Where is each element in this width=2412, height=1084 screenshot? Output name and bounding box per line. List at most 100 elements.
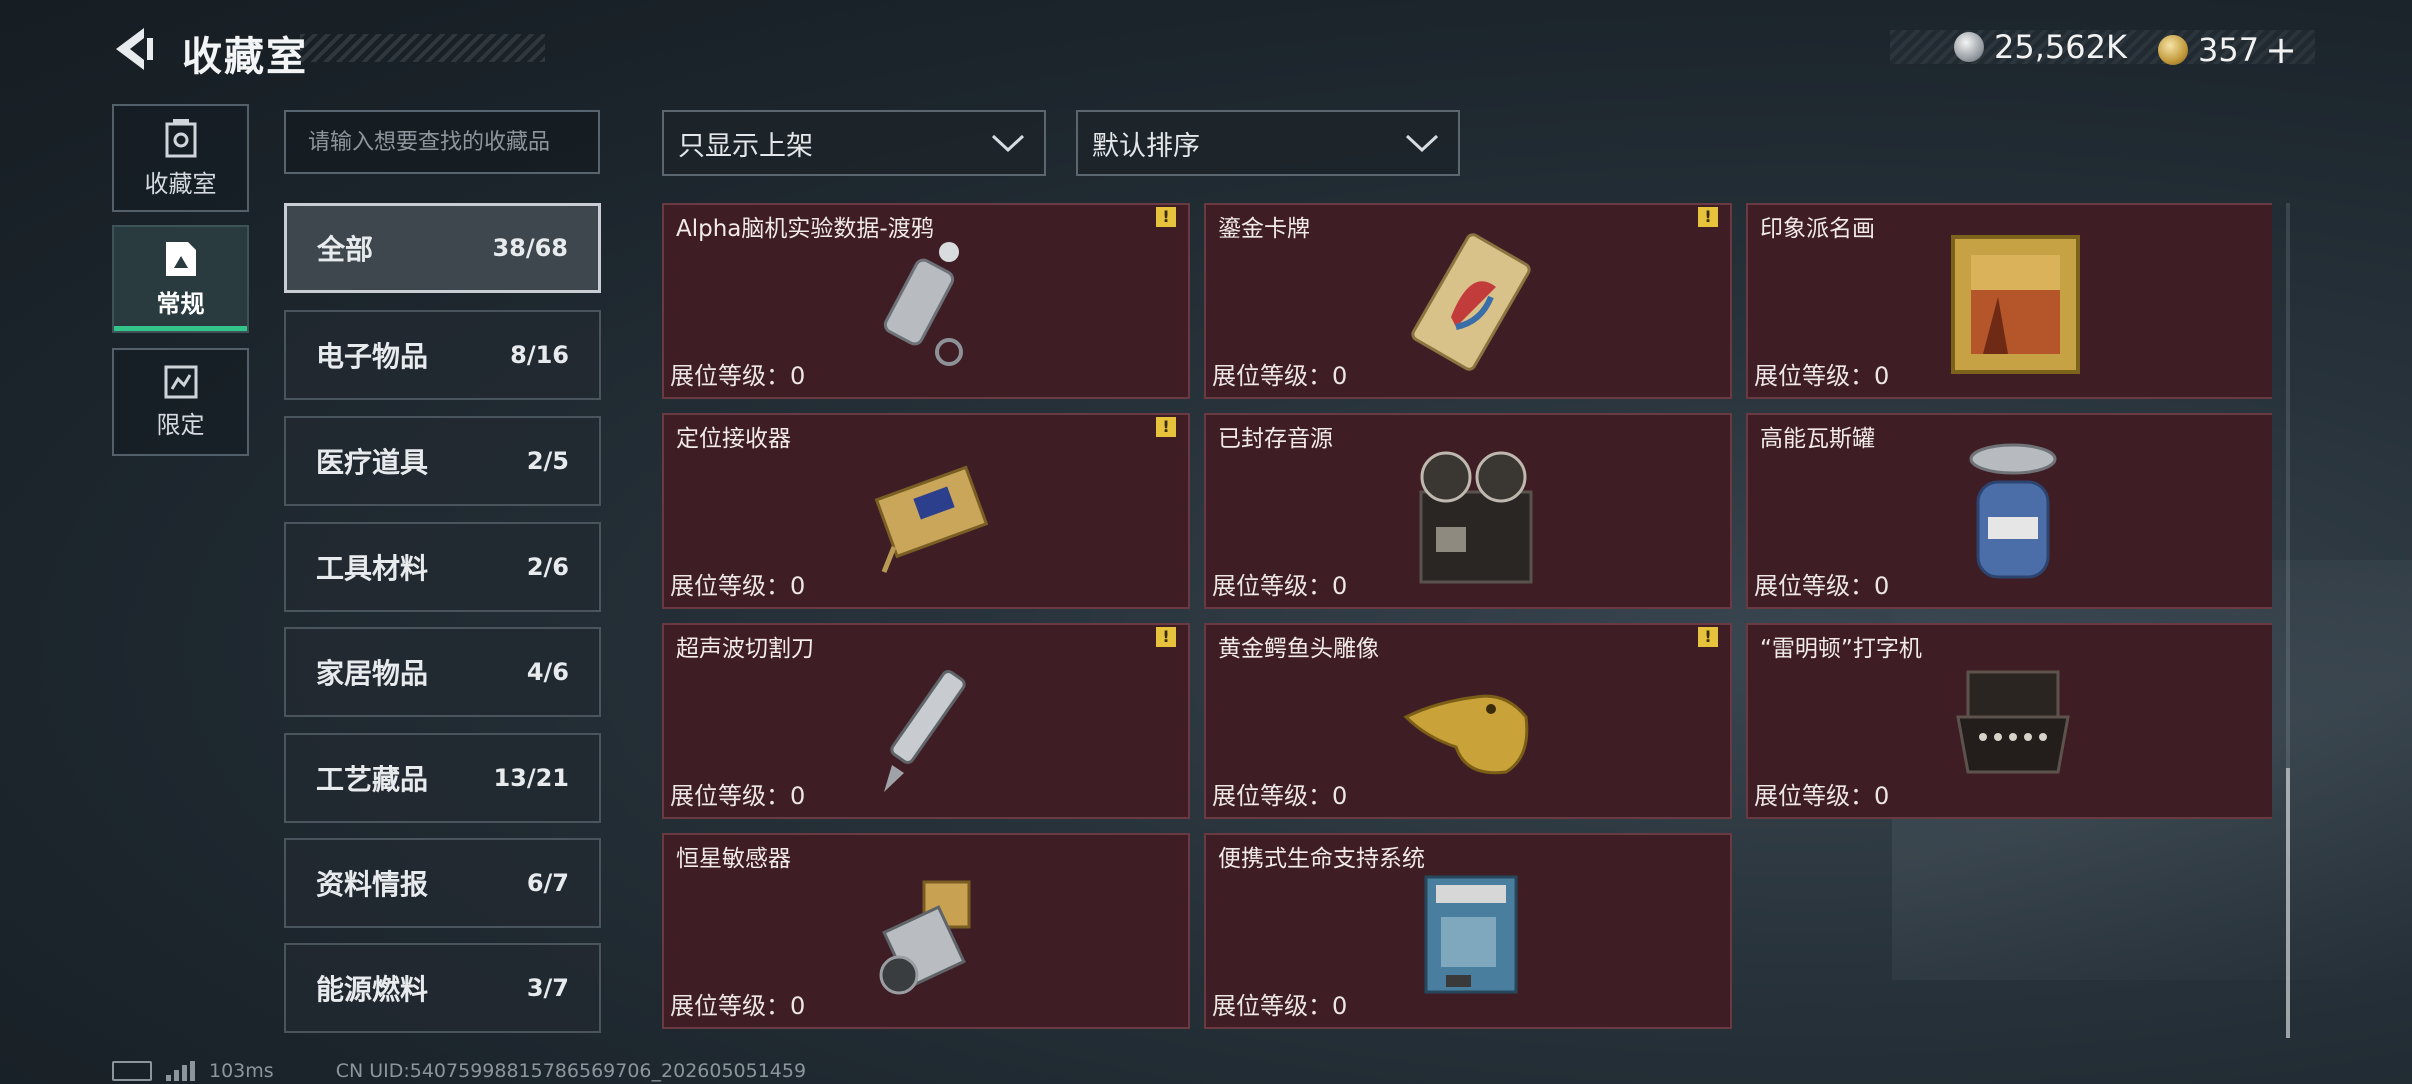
grid-scrollbar[interactable]: [2286, 203, 2290, 1038]
category-count: 3/7: [526, 974, 569, 1002]
category-crafts[interactable]: 工艺藏品 13/21: [284, 733, 601, 823]
booth-level: 展位等级：0: [670, 362, 806, 390]
collection-card[interactable]: 定位接收器 ! 展位等级：0: [662, 413, 1190, 609]
item-name: “雷明顿”打字机: [1760, 636, 1922, 662]
star-sensor-icon: [879, 880, 971, 995]
warning-icon: !: [1156, 207, 1176, 227]
battery-icon: [112, 1061, 152, 1081]
category-name: 电子物品: [316, 340, 429, 373]
item-name: 便携式生命支持系统: [1218, 846, 1425, 872]
category-energy[interactable]: 能源燃料 3/7: [284, 943, 601, 1033]
category-count: 13/21: [493, 764, 569, 792]
booth-level: 展位等级：0: [1754, 782, 1890, 810]
collection-grid: Alpha脑机实验数据-渡鸦 ! 展位等级：0 鎏金卡牌 ! 展位等级：0 印象…: [660, 203, 2272, 1038]
item-name: 鎏金卡牌: [1218, 216, 1310, 242]
collection-card[interactable]: 恒星敏感器 展位等级：0: [662, 833, 1190, 1029]
page-title: 收藏室: [182, 34, 308, 80]
golden-crocodile-icon: [1403, 694, 1529, 775]
item-name: 印象派名画: [1760, 216, 1875, 242]
nav-regular[interactable]: 常规: [112, 225, 249, 333]
gold-coin-icon: [2158, 35, 2188, 65]
locator-receiver-icon: [874, 465, 989, 573]
regular-icon: [165, 241, 196, 276]
chevron-down-icon: [991, 134, 1025, 153]
ultrasonic-knife-icon: [884, 670, 966, 792]
booth-level: 展位等级：0: [670, 572, 806, 600]
collection-card[interactable]: 高能瓦斯罐 展位等级：0: [1746, 413, 2272, 609]
category-all[interactable]: 全部 38/68: [284, 203, 601, 293]
collection-card[interactable]: 印象派名画 展位等级：0: [1746, 203, 2272, 399]
nav-label: 常规: [156, 289, 205, 318]
header: 收藏室 25,562K 357 +: [0, 0, 2412, 100]
nav-limited[interactable]: 限定: [112, 348, 249, 456]
gold-amount: 357: [2198, 31, 2260, 69]
category-name: 工具材料: [316, 552, 429, 585]
collection-card[interactable]: 已封存音源 展位等级：0: [1204, 413, 1732, 609]
booth-level: 展位等级：0: [670, 782, 806, 810]
category-intel[interactable]: 资料情报 6/7: [284, 838, 601, 928]
silver-coin-icon: [1954, 32, 1984, 62]
warning-icon: !: [1698, 207, 1718, 227]
warning-icon: !: [1698, 627, 1718, 647]
gas-canister-icon: [1969, 443, 2057, 579]
booth-level: 展位等级：0: [1754, 572, 1890, 600]
item-name: 黄金鳄鱼头雕像: [1218, 636, 1379, 662]
life-support-icon: [1424, 875, 1518, 994]
uid-text: CN UID:5407599881578656970​6_20260505145…: [335, 1060, 807, 1082]
item-name: 定位接收器: [676, 426, 791, 452]
sort-dropdown[interactable]: 默认排序: [1076, 110, 1460, 176]
typewriter-icon: [1956, 670, 2070, 774]
silver-currency: 25,562K: [1954, 28, 2127, 66]
nav-collection-room[interactable]: 收藏室: [112, 104, 249, 212]
reel-recorder-icon: [1419, 451, 1533, 584]
item-name: 已封存音源: [1218, 426, 1333, 452]
category-name: 家居物品: [316, 657, 429, 690]
back-arrow-icon[interactable]: [110, 24, 158, 74]
category-tools[interactable]: 工具材料 2/6: [284, 522, 601, 612]
warning-icon: !: [1156, 627, 1176, 647]
category-household[interactable]: 家居物品 4/6: [284, 627, 601, 717]
booth-level: 展位等级：0: [1212, 782, 1348, 810]
category-count: 6/7: [526, 869, 569, 897]
category-electronics[interactable]: 电子物品 8/16: [284, 310, 601, 400]
booth-level: 展位等级：0: [670, 992, 806, 1020]
category-count: 2/5: [526, 447, 569, 475]
collection-room-icon: [165, 118, 196, 157]
category-count: 8/16: [510, 341, 569, 369]
category-name: 资料情报: [316, 868, 429, 901]
display-filter-value: 只显示上架: [678, 130, 813, 162]
collection-card[interactable]: 超声波切割刀 ! 展位等级：0: [662, 623, 1190, 819]
limited-icon: [164, 365, 197, 398]
category-name: 医疗道具: [316, 446, 429, 479]
item-name: 恒星敏感器: [676, 846, 791, 872]
nav-label: 收藏室: [144, 169, 217, 198]
category-name: 全部: [317, 233, 374, 266]
category-medical[interactable]: 医疗道具 2/5: [284, 416, 601, 506]
gold-currency: 357 +: [2158, 28, 2297, 72]
collection-card[interactable]: 黄金鳄鱼头雕像 ! 展位等级：0: [1204, 623, 1732, 819]
item-name: 高能瓦斯罐: [1760, 426, 1875, 452]
status-bar: 103ms CN UID:5407599881578656970​6_20260…: [112, 1058, 806, 1084]
booth-level: 展位等级：0: [1212, 362, 1348, 390]
item-name: 超声波切割刀: [676, 636, 814, 662]
gilded-card-icon: [1411, 233, 1531, 371]
category-count: 2/6: [526, 553, 569, 581]
nav-label: 限定: [156, 410, 205, 439]
sort-value: 默认排序: [1092, 130, 1200, 162]
search-input[interactable]: [284, 110, 600, 174]
display-filter-dropdown[interactable]: 只显示上架: [662, 110, 1046, 176]
title-decoration: [300, 34, 545, 62]
collection-card[interactable]: 便携式生命支持系统 展位等级：0: [1204, 833, 1732, 1029]
flashlight-keychain-icon: [883, 242, 963, 366]
ping-text: 103ms: [209, 1060, 274, 1082]
category-name: 工艺藏品: [316, 763, 429, 796]
add-currency-button[interactable]: +: [2265, 28, 2297, 72]
scrollbar-thumb[interactable]: [2286, 768, 2290, 1038]
category-name: 能源燃料: [316, 973, 429, 1006]
collection-card[interactable]: Alpha脑机实验数据-渡鸦 ! 展位等级：0: [662, 203, 1190, 399]
collection-card[interactable]: “雷明顿”打字机 展位等级：0: [1746, 623, 2272, 819]
category-count: 38/68: [492, 234, 568, 262]
framed-painting-icon: [1951, 235, 2080, 374]
collection-card[interactable]: 鎏金卡牌 ! 展位等级：0: [1204, 203, 1732, 399]
signal-icon: [166, 1061, 195, 1081]
